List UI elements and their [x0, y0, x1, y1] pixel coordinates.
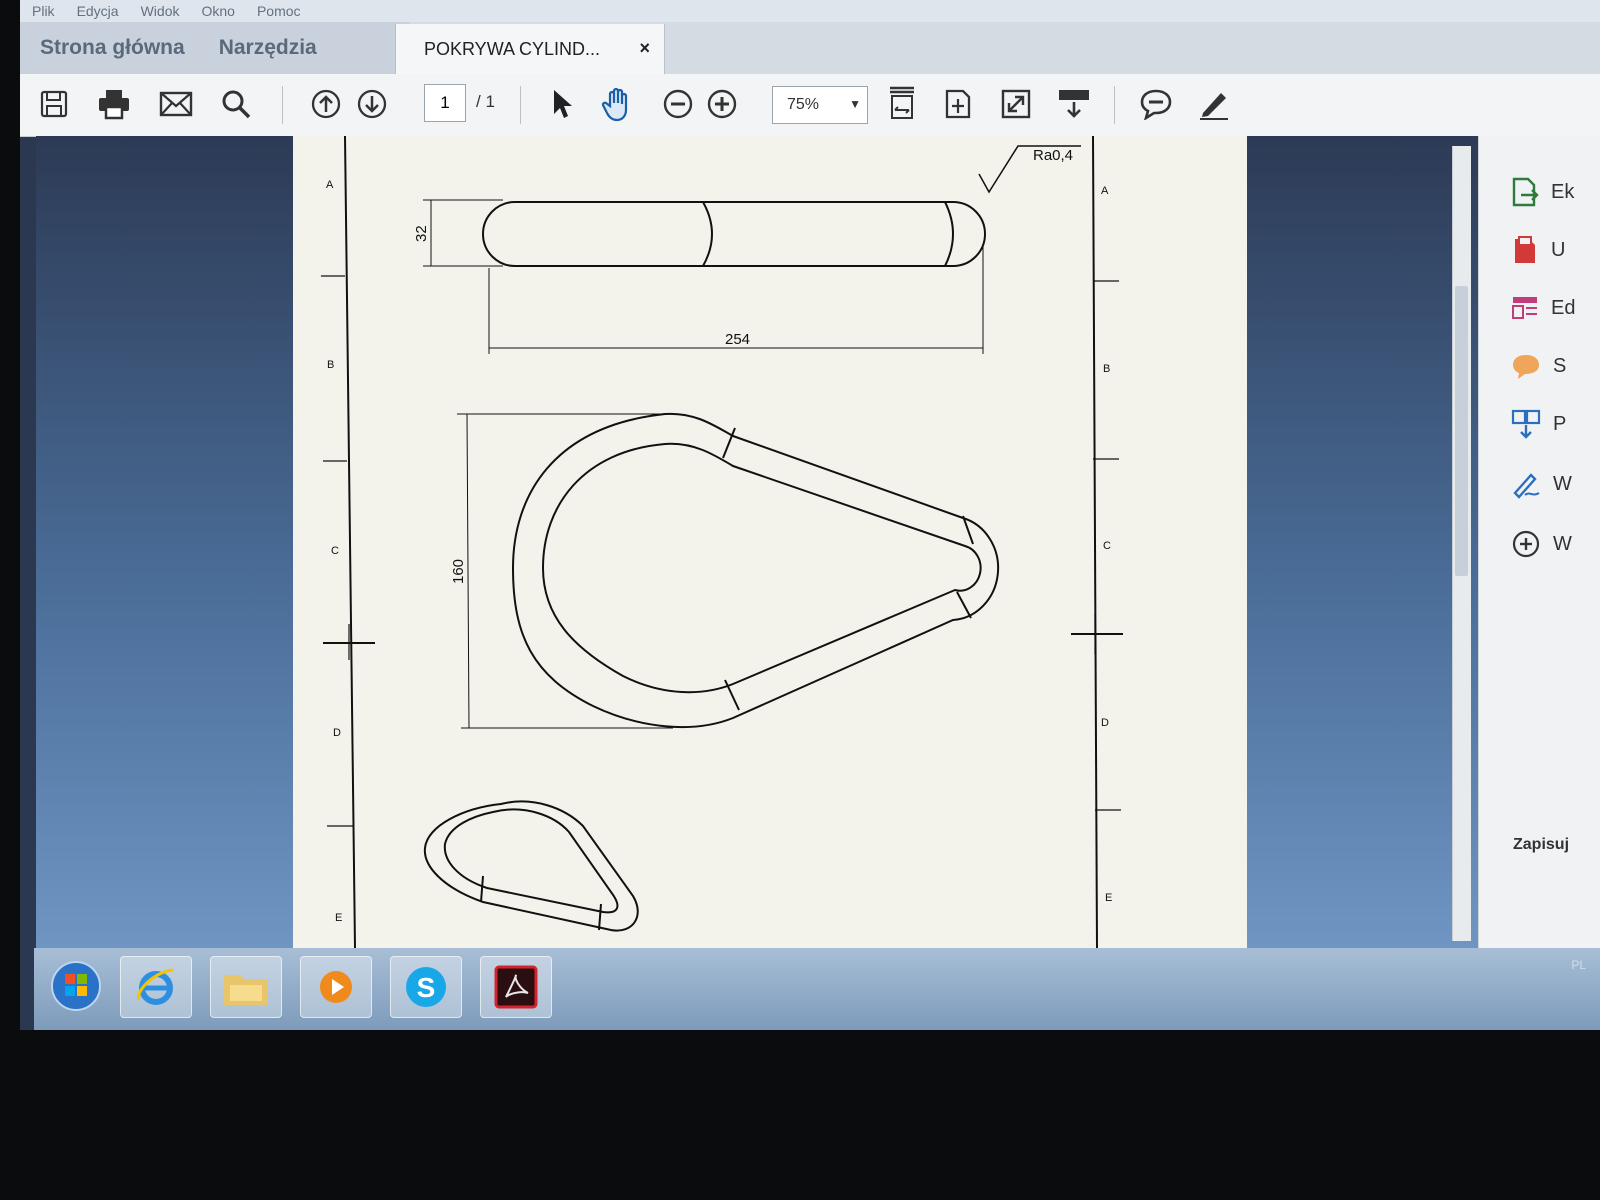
toolbar: 1 / 1 75% ▼	[20, 74, 1600, 137]
technical-drawing: A B C D E A B C D E Ra0,4 32 254 160	[321, 135, 1123, 949]
tab-home[interactable]: Strona główna	[40, 36, 185, 60]
tools-pane: Ek U Ed S P W W Zapisuj	[1478, 136, 1600, 948]
taskbar: S PL	[34, 948, 1600, 1030]
chevron-down-icon: ▼	[849, 97, 861, 111]
tool-label: Ek	[1551, 180, 1575, 203]
hand-tool-icon[interactable]	[600, 86, 636, 122]
save-icon[interactable]	[36, 86, 72, 122]
read-mode-icon[interactable]	[1056, 86, 1092, 122]
tool-label: U	[1551, 238, 1566, 261]
document-tab-title: POKRYWA CYLIND...	[424, 38, 601, 59]
internet-explorer-icon[interactable]	[120, 956, 192, 1018]
nav-tabs: Strona główna Narzędzia	[20, 22, 410, 74]
menu-edit[interactable]: Edycja	[77, 3, 119, 19]
tool-combine[interactable]: P	[1511, 406, 1600, 442]
zone-label-e-right: E	[1105, 892, 1112, 904]
drawing-frame-right	[1092, 135, 1098, 949]
scrollbar-thumb[interactable]	[1455, 286, 1468, 576]
more-tools-icon	[1512, 530, 1540, 558]
zone-label-c-right: C	[1103, 540, 1111, 552]
menu-view[interactable]: Widok	[141, 3, 180, 19]
tab-bar: Strona główna Narzędzia POKRYWA CYLIND..…	[20, 22, 1600, 74]
print-icon[interactable]	[96, 86, 132, 122]
zone-label-d-right: D	[1101, 717, 1109, 729]
tool-edit-pdf[interactable]: Ed	[1511, 290, 1600, 326]
export-pdf-icon	[1512, 177, 1539, 207]
rotate-page-icon[interactable]	[940, 86, 976, 122]
tab-document[interactable]: POKRYWA CYLIND... ×	[395, 24, 665, 74]
media-player-icon[interactable]	[300, 956, 372, 1018]
skype-icon[interactable]: S	[390, 956, 462, 1018]
close-tab-button[interactable]: ×	[639, 38, 650, 59]
front-view	[511, 412, 1000, 729]
toolbar-separator	[282, 86, 283, 124]
comment-icon[interactable]	[1138, 86, 1174, 122]
zoom-out-icon[interactable]	[660, 86, 696, 122]
application-window: Plik Edycja Widok Okno Pomoc Strona głów…	[20, 0, 1600, 1030]
menu-help[interactable]: Pomoc	[257, 3, 301, 19]
menu-window[interactable]: Okno	[202, 3, 235, 19]
toolbar-separator	[1114, 86, 1115, 124]
dimension-160	[457, 413, 673, 729]
zone-ticks	[321, 275, 1123, 827]
tool-label: W	[1553, 532, 1572, 555]
tool-fill-sign[interactable]: W	[1511, 466, 1600, 502]
fit-width-icon[interactable]	[884, 86, 920, 122]
tool-label: Ed	[1551, 296, 1576, 319]
zone-label-c: C	[331, 545, 339, 557]
menu-file[interactable]: Plik	[32, 3, 55, 19]
svg-text:S: S	[417, 972, 436, 1003]
zoom-value: 75%	[787, 96, 820, 113]
search-icon[interactable]	[218, 86, 254, 122]
zone-label-e: E	[335, 912, 342, 924]
next-page-icon[interactable]	[354, 86, 390, 122]
acrobat-reader-icon[interactable]	[480, 956, 552, 1018]
isometric-view	[423, 800, 639, 932]
tool-comment[interactable]: S	[1511, 348, 1600, 384]
fill-sign-icon	[1513, 473, 1540, 499]
zone-label-a: A	[326, 179, 334, 191]
tool-label: S	[1553, 354, 1567, 377]
combine-files-icon	[1511, 409, 1541, 439]
tool-export-pdf[interactable]: Ek	[1511, 174, 1600, 210]
zone-label-b: B	[327, 359, 334, 371]
start-orb-icon[interactable]	[46, 956, 106, 1016]
file-explorer-icon[interactable]	[210, 956, 282, 1018]
zone-label-d: D	[333, 727, 341, 739]
comment-bubble-icon	[1513, 355, 1539, 379]
dim-label-254: 254	[725, 331, 750, 348]
email-icon[interactable]	[158, 86, 194, 122]
menu-bar: Plik Edycja Widok Okno Pomoc	[20, 0, 1600, 22]
document-viewport[interactable]: A B C D E A B C D E Ra0,4 32 254 160	[36, 135, 1484, 949]
tab-tools[interactable]: Narzędzia	[219, 36, 317, 60]
tool-label: W	[1553, 472, 1572, 495]
tool-label: P	[1553, 412, 1567, 435]
save-link[interactable]: Zapisuj	[1513, 836, 1569, 854]
create-pdf-icon	[1515, 236, 1535, 263]
zone-label-b-right: B	[1103, 363, 1110, 375]
pdf-page: A B C D E A B C D E Ra0,4 32 254 160	[293, 135, 1247, 949]
page-number-input[interactable]: 1	[424, 84, 466, 122]
page-total: / 1	[476, 92, 495, 111]
dim-label-160: 160	[450, 559, 467, 584]
select-cursor-icon[interactable]	[544, 86, 580, 122]
tool-create-pdf[interactable]: U	[1511, 232, 1600, 268]
zoom-select[interactable]: 75% ▼	[772, 86, 868, 124]
full-screen-icon[interactable]	[998, 86, 1034, 122]
top-view	[482, 201, 986, 267]
surface-finish-label: Ra0,4	[1033, 147, 1073, 164]
tool-more[interactable]: W	[1511, 526, 1600, 562]
toolbar-separator	[520, 86, 521, 124]
language-indicator[interactable]: PL	[1571, 958, 1586, 972]
dim-label-32: 32	[413, 225, 430, 242]
vertical-scrollbar[interactable]	[1452, 146, 1471, 941]
zone-label-a-right: A	[1101, 185, 1109, 197]
zoom-in-icon[interactable]	[704, 86, 740, 122]
prev-page-icon[interactable]	[308, 86, 344, 122]
edit-pdf-icon	[1512, 297, 1537, 319]
pen-icon[interactable]	[1196, 86, 1232, 122]
